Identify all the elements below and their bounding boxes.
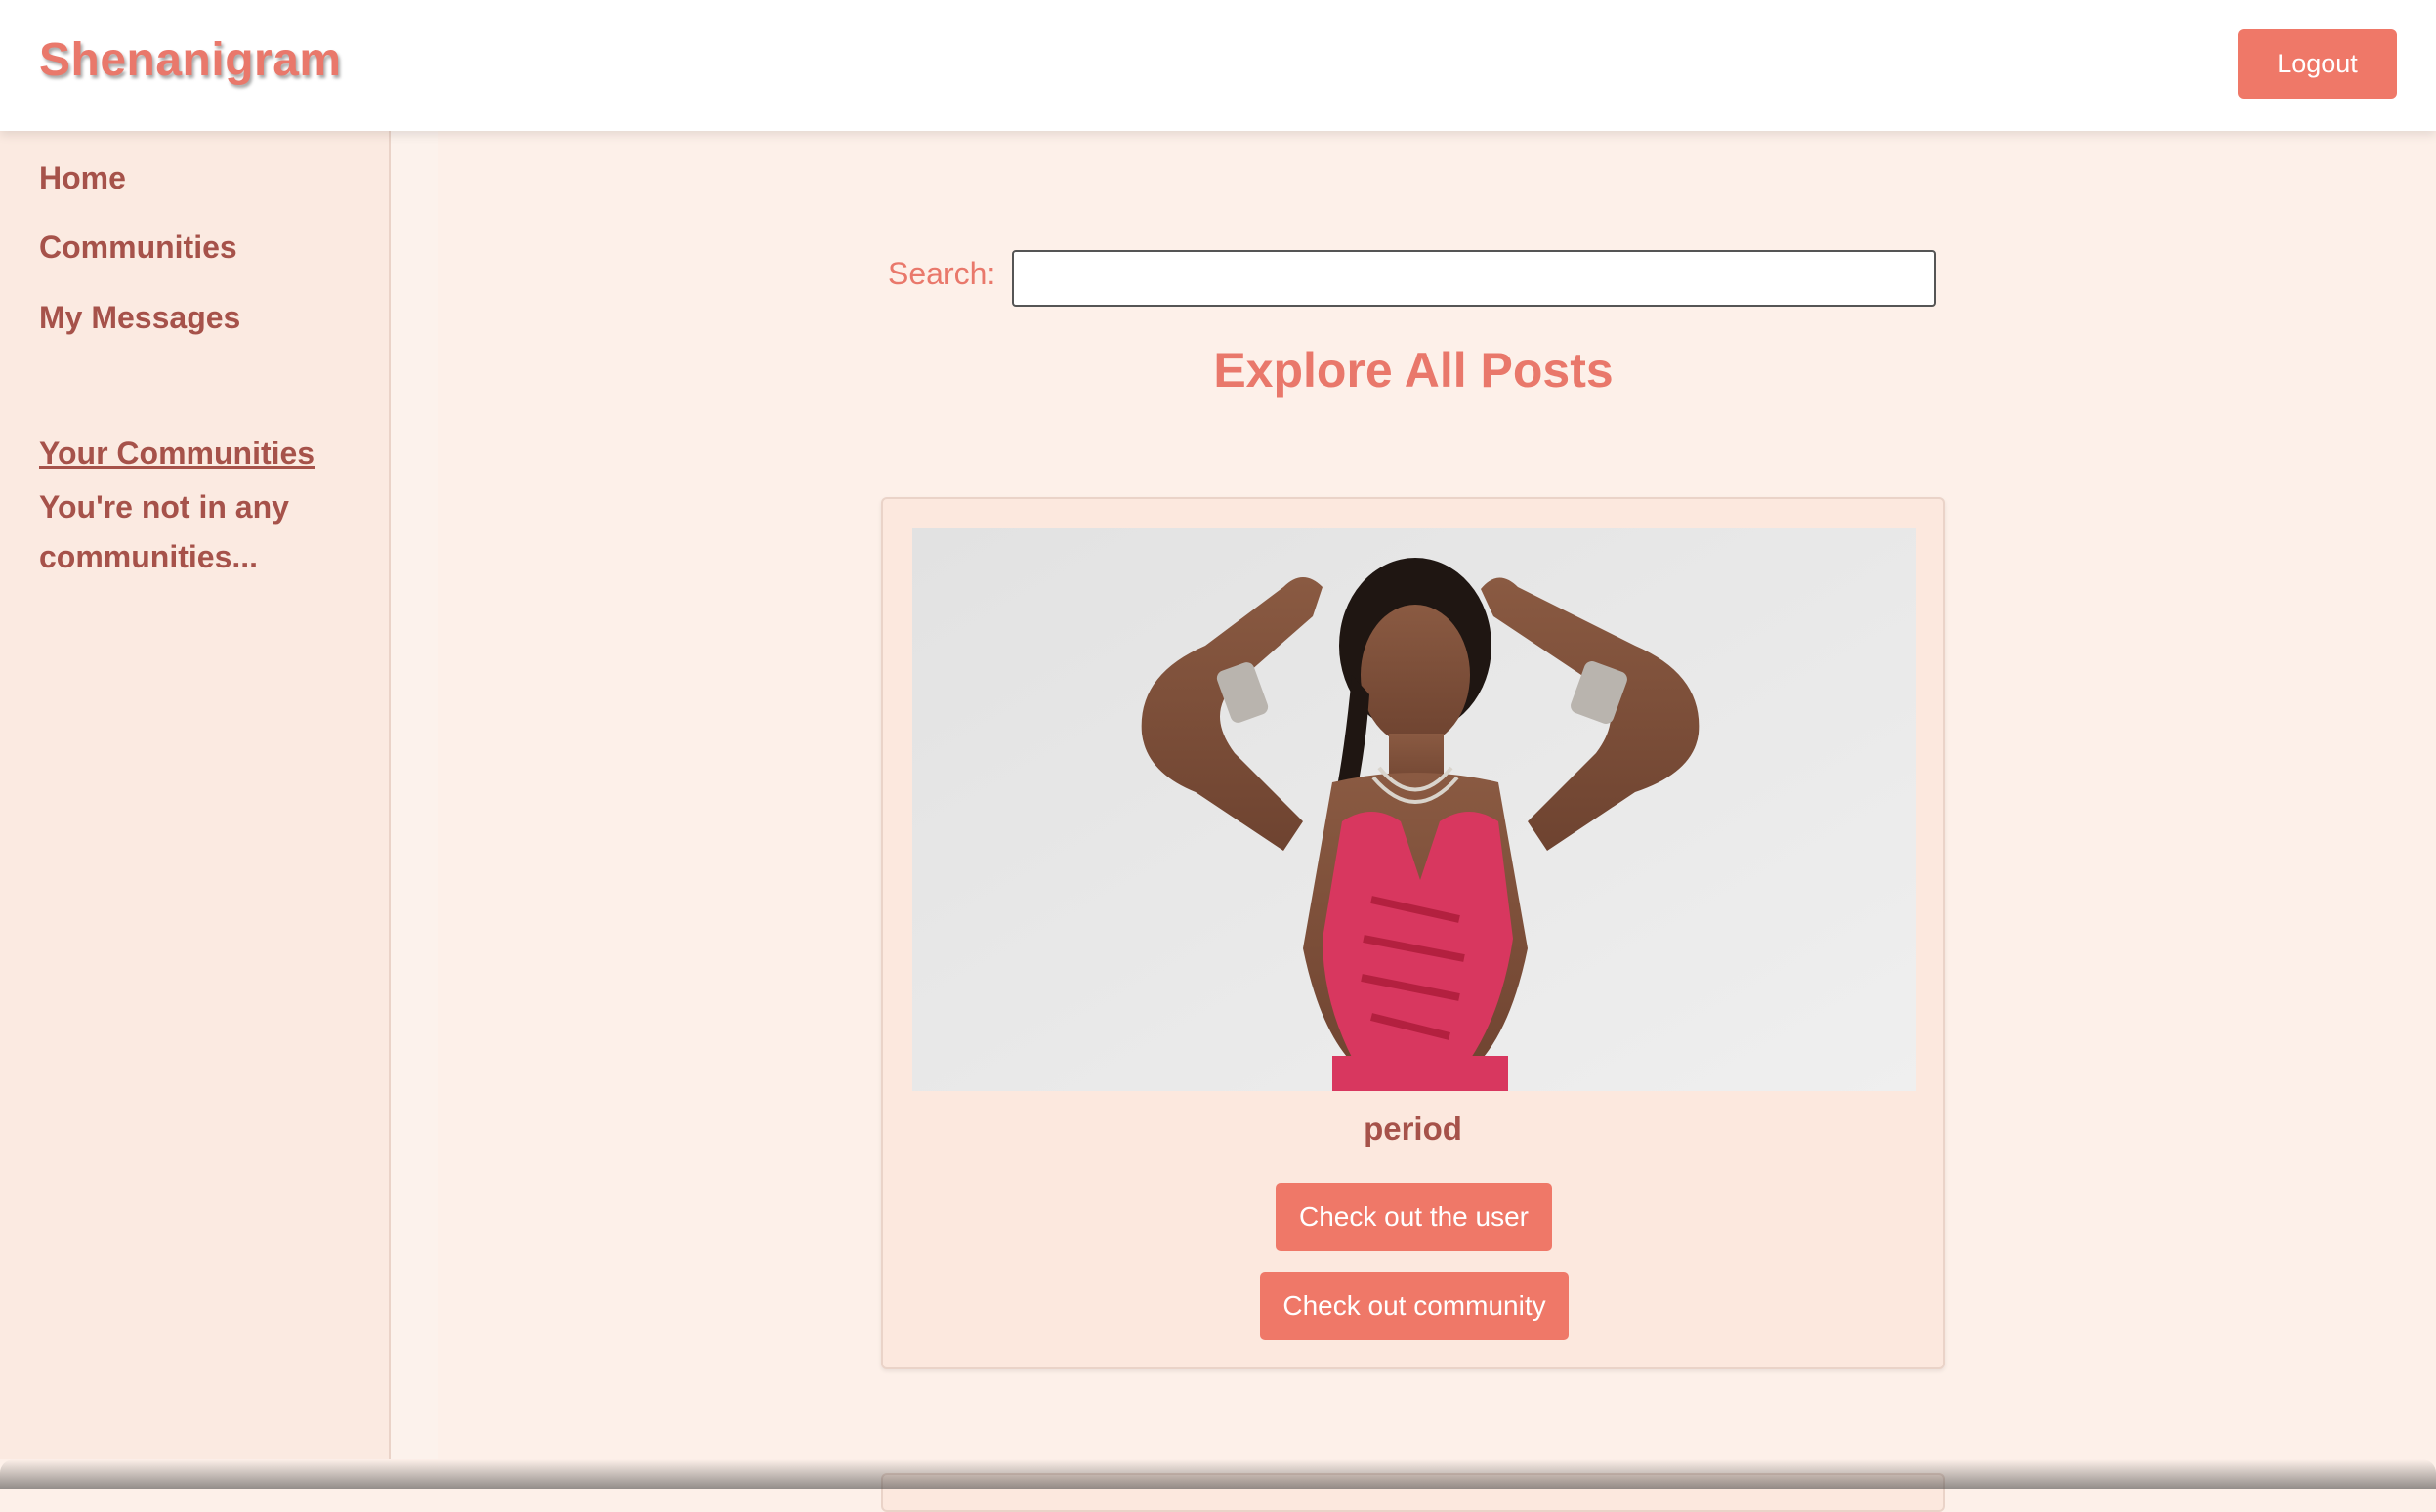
post-card: period Check out the user Check out comm…: [881, 497, 1945, 1369]
empty-communities-text: You're not in any communities...: [39, 489, 289, 574]
post-image[interactable]: [912, 528, 1916, 1091]
post-caption: period: [1364, 1111, 1462, 1147]
sidebar: Home Communities My Messages Your Commun…: [0, 131, 391, 1459]
sidebar-item-my-messages[interactable]: My Messages: [39, 300, 240, 336]
main-gutter: [391, 131, 438, 1459]
search-input[interactable]: [1012, 250, 1936, 307]
sidebar-item-communities[interactable]: Communities: [39, 230, 237, 266]
check-out-community-button[interactable]: Check out community: [1260, 1272, 1569, 1340]
logout-button[interactable]: Logout: [2238, 29, 2397, 99]
sidebar-item-home[interactable]: Home: [39, 160, 126, 196]
search-label: Search:: [888, 256, 996, 291]
check-out-user-button[interactable]: Check out the user: [1276, 1183, 1552, 1251]
your-communities-link[interactable]: Your Communities: [39, 436, 315, 472]
brand-logo[interactable]: Shenanigram: [39, 33, 342, 87]
window-bottom-edge: [0, 1459, 2436, 1489]
top-header: Shenanigram Logout: [0, 0, 2436, 131]
post-photo-illustration: [912, 528, 1916, 1091]
page-title: Explore All Posts: [1213, 343, 1614, 398]
